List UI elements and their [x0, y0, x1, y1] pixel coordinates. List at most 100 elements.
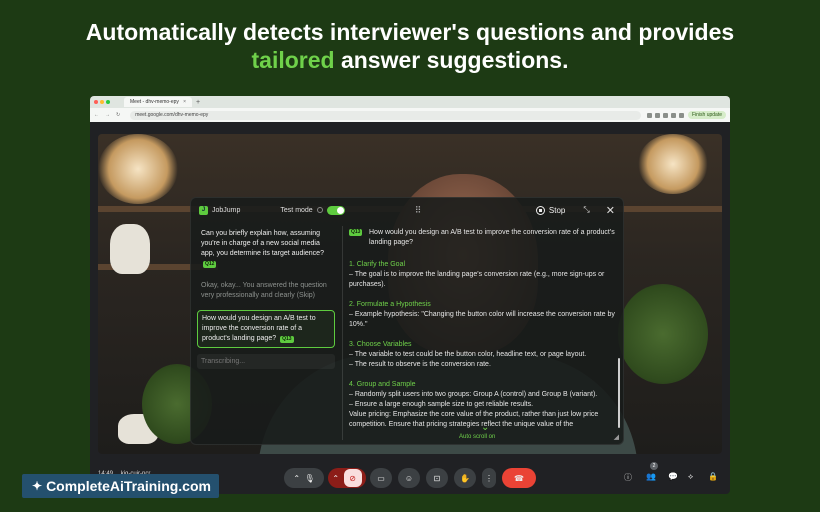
background-lamp-right	[638, 134, 708, 194]
brand-watermark: ✦ CompleteAiTraining.com	[22, 474, 219, 498]
answer-pane: Q13 How would you design an A/B test to …	[349, 228, 615, 440]
close-icon[interactable]: ✕	[606, 204, 615, 217]
participants-count: 2	[650, 462, 658, 470]
people-icon[interactable]: 👥	[646, 472, 656, 481]
present-icon: ⊡	[433, 473, 441, 483]
panel-logo-text: JobJump	[212, 206, 241, 214]
extension-icon[interactable]	[662, 112, 668, 118]
question-item-active[interactable]: How would you design an A/B test to impr…	[197, 310, 335, 348]
mic-icon: 🎙	[304, 473, 315, 483]
background-vase	[110, 224, 150, 274]
activities-icon[interactable]: ⟡	[688, 472, 693, 482]
section-line: – Example hypothesis: "Changing the butt…	[349, 311, 615, 328]
answer-badge: Q13	[349, 229, 363, 236]
panel-divider	[342, 226, 343, 440]
headline-accent: tailored	[251, 47, 335, 73]
hand-icon: ✋	[460, 473, 470, 483]
headline-line1: Automatically detects interviewer's ques…	[85, 19, 735, 45]
forward-icon[interactable]: →	[105, 112, 110, 118]
section-line: – The result to observe is the conversio…	[349, 361, 491, 368]
section-line: – The goal is to improve the landing pag…	[349, 271, 605, 288]
address-bar[interactable]: meet.google.com/dhv-memo-epy	[130, 110, 641, 120]
drag-handle-icon[interactable]: ⠿	[415, 205, 422, 216]
question-item[interactable]: Okay, okay... You answered the question …	[197, 278, 335, 304]
leave-call-button[interactable]: ☎	[502, 468, 536, 488]
finish-update-button[interactable]: Finish update	[687, 111, 726, 119]
question-badge: Q13	[280, 336, 294, 343]
tab-close-icon[interactable]: ×	[183, 99, 186, 105]
emoji-icon: ☺	[404, 473, 414, 483]
headline-line2: tailored answer suggestions.	[0, 46, 820, 74]
new-tab-icon[interactable]: +	[196, 99, 200, 106]
collapse-icon[interactable]: ⤡	[583, 205, 589, 215]
answer-question-text: How would you design an A/B test to impr…	[369, 229, 615, 246]
camera-button[interactable]: ⌃ ⊘	[328, 468, 366, 488]
captions-button[interactable]: ▭	[370, 468, 392, 488]
translate-icon[interactable]	[646, 112, 652, 118]
brand-name: CompleteAiTraining.com	[46, 478, 211, 494]
section-heading: 4. Group and Sample	[349, 381, 416, 388]
panel-header: J JobJump Test mode ⠿ Stop ⤡ ✕	[191, 198, 623, 222]
window-close-dot[interactable]	[94, 100, 98, 104]
section-line: – The variable to test could be the butt…	[349, 351, 587, 358]
reload-icon[interactable]: ↻	[116, 112, 120, 118]
profile-icon[interactable]	[678, 112, 684, 118]
stop-button[interactable]: Stop	[535, 205, 566, 215]
question-text: How would you design an A/B test to impr…	[202, 315, 316, 342]
camera-off-icon: ⊘	[343, 469, 362, 487]
back-icon[interactable]: ←	[94, 112, 99, 118]
emoji-button[interactable]: ☺	[398, 468, 420, 488]
section-heading: 2. Formulate a Hypothesis	[349, 301, 431, 308]
resize-handle-icon[interactable]: ◢	[614, 433, 619, 441]
headline-line2-rest: answer suggestions.	[334, 47, 569, 73]
auto-scroll-label[interactable]: Auto scroll on	[459, 434, 495, 440]
question-text: Can you briefly explain how, assuming yo…	[201, 230, 324, 257]
chevron-up-icon[interactable]: ⌃	[332, 474, 339, 483]
extension-icons	[646, 112, 684, 118]
browser-tab[interactable]: Meet - dhv-memo-epy ×	[124, 97, 192, 107]
test-mode: Test mode	[280, 205, 345, 215]
test-mode-toggle[interactable]	[326, 205, 345, 215]
background-lamp	[98, 134, 178, 204]
present-button[interactable]: ⊡	[426, 468, 448, 488]
jobjump-logo-icon: J	[199, 205, 208, 215]
headline: Automatically detects interviewer's ques…	[0, 18, 820, 74]
more-vertical-icon: ⋮	[485, 473, 493, 483]
host-controls-icon[interactable]: 🔒	[708, 472, 718, 481]
transcribing-status: Transcribing...	[197, 354, 335, 369]
more-options-button[interactable]: ⋮	[482, 468, 496, 488]
info-circle-icon[interactable]: ⓘ	[624, 472, 632, 483]
answer-scrollbar[interactable]	[618, 358, 620, 428]
puzzle-icon[interactable]	[670, 112, 676, 118]
chevron-down-icon[interactable]: ⌄	[481, 422, 489, 433]
mic-button[interactable]: ⌃ 🎙	[284, 468, 324, 488]
stop-label: Stop	[548, 205, 566, 215]
question-list: Can you briefly explain how, assuming yo…	[197, 226, 335, 440]
info-icon[interactable]	[316, 207, 323, 213]
question-item[interactable]: Can you briefly explain how, assuming yo…	[197, 226, 335, 272]
tab-title: Meet - dhv-memo-epy	[130, 99, 179, 105]
section-heading: 1. Clarify the Goal	[349, 261, 406, 268]
section-line: – Randomly split users into two groups: …	[349, 391, 598, 398]
question-badge: Q12	[203, 261, 217, 268]
stop-icon	[535, 205, 545, 215]
jobjump-panel: J JobJump Test mode ⠿ Stop ⤡ ✕ Can you b…	[190, 197, 624, 445]
star-icon[interactable]	[654, 112, 660, 118]
chevron-up-icon[interactable]: ⌃	[293, 474, 300, 483]
chat-icon[interactable]: 💬	[668, 472, 678, 481]
window-maximize-dot[interactable]	[106, 100, 110, 104]
video-feed: J JobJump Test mode ⠿ Stop ⤡ ✕ Can you b…	[98, 134, 722, 454]
section-heading: 3. Choose Variables	[349, 341, 412, 348]
question-text: Okay, okay... You answered the question …	[201, 282, 327, 299]
browser-window: Meet - dhv-memo-epy × + ← → ↻ meet.googl…	[90, 96, 730, 494]
browser-tabbar: Meet - dhv-memo-epy × +	[90, 96, 730, 108]
raise-hand-button[interactable]: ✋	[454, 468, 476, 488]
answer-question: Q13 How would you design an A/B test to …	[349, 228, 615, 248]
brand-logo-icon: ✦	[32, 479, 43, 493]
section-line: – Ensure a large enough sample size to g…	[349, 401, 534, 408]
test-mode-label: Test mode	[280, 206, 313, 214]
window-minimize-dot[interactable]	[100, 100, 104, 104]
address-url: meet.google.com/dhv-memo-epy	[135, 112, 209, 118]
captions-icon: ▭	[377, 473, 385, 483]
phone-hangup-icon: ☎	[514, 473, 524, 483]
